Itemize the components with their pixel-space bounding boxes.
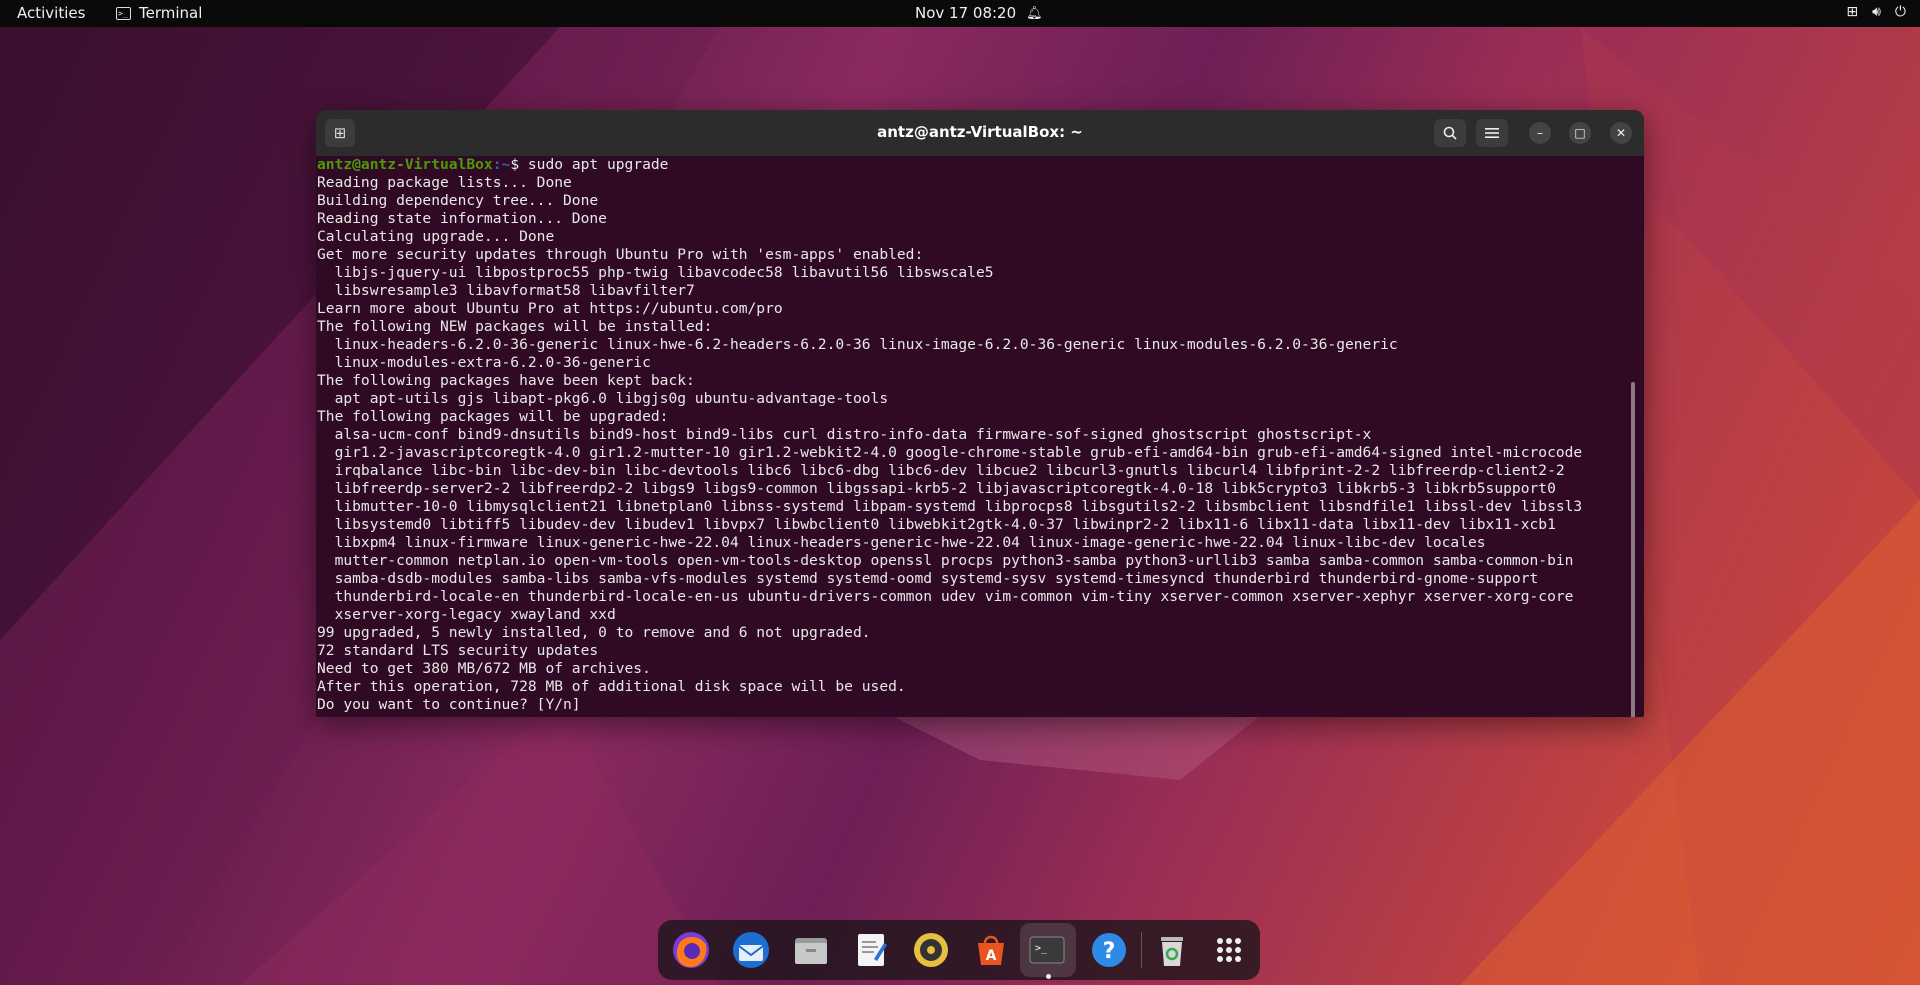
output-line: mutter-common netplan.io open-vm-tools o… xyxy=(317,552,1574,569)
prompt-user: antz@antz-VirtualBox xyxy=(317,156,493,173)
network-icon: ⊞ xyxy=(1846,4,1859,20)
dock-app-center[interactable]: A xyxy=(970,929,1012,971)
clock-button[interactable]: Nov 17 08:20 🔔︎ xyxy=(915,4,1043,22)
notification-bell-icon: 🔔︎ xyxy=(1026,5,1043,21)
output-line: linux-modules-extra-6.2.0-36-generic xyxy=(317,354,651,371)
rhythmbox-icon xyxy=(914,933,948,967)
output-line: Need to get 380 MB/672 MB of archives. xyxy=(317,660,651,677)
dock-terminal[interactable]: >_ xyxy=(1026,929,1068,971)
terminal-output[interactable]: antz@antz-VirtualBox:~$ sudo apt upgrade… xyxy=(316,156,1638,717)
output-line: Building dependency tree... Done xyxy=(317,192,599,209)
search-icon xyxy=(1443,126,1457,140)
dock: A >_ ? xyxy=(658,920,1260,980)
output-line: xserver-xorg-legacy xwayland xxd xyxy=(317,606,616,623)
app-name-label: Terminal xyxy=(139,4,203,22)
dock-thunderbird[interactable] xyxy=(730,929,772,971)
minimize-icon: – xyxy=(1537,126,1543,140)
dock-show-apps[interactable] xyxy=(1208,929,1250,971)
output-line: samba-dsdb-modules samba-libs samba-vfs-… xyxy=(317,570,1539,587)
output-line: libxpm4 linux-firmware linux-generic-hwe… xyxy=(317,534,1486,551)
maximize-icon: □ xyxy=(1574,126,1586,140)
dock-help[interactable]: ? xyxy=(1088,929,1130,971)
output-line: Learn more about Ubuntu Pro at https://u… xyxy=(317,300,783,317)
trash-icon xyxy=(1161,937,1183,966)
output-line: Get more security updates through Ubuntu… xyxy=(317,246,924,263)
prompt-symbol: $ xyxy=(510,156,528,173)
svg-text:>_: >_ xyxy=(1035,943,1048,954)
output-line: libmutter-10-0 libmysqlclient21 libnetpl… xyxy=(317,498,1583,515)
close-button[interactable]: ✕ xyxy=(1610,122,1632,144)
svg-text:?: ? xyxy=(1103,939,1116,964)
window-titlebar[interactable]: ⊞ antz@antz-VirtualBox: ~ – □ ✕ xyxy=(316,110,1644,156)
search-button[interactable] xyxy=(1434,119,1466,147)
dock-firefox[interactable] xyxy=(670,929,712,971)
power-icon: ⏻ xyxy=(1894,4,1906,20)
scrollbar-thumb[interactable] xyxy=(1631,382,1635,717)
output-line: irqbalance libc-bin libc-dev-bin libc-de… xyxy=(317,462,1565,479)
output-line: libjs-jquery-ui libpostproc55 php-twig l… xyxy=(317,264,994,281)
command-text: sudo apt upgrade xyxy=(527,156,669,173)
top-bar: Activities >_ Terminal Nov 17 08:20 🔔︎ ⊞… xyxy=(0,0,1920,27)
output-line: libfreerdp-server2-2 libfreerdp2-2 libgs… xyxy=(317,480,1556,497)
dock-trash[interactable] xyxy=(1151,929,1193,971)
system-tray[interactable]: ⊞ 🔊︎ ⏻ xyxy=(1846,4,1906,20)
hamburger-icon xyxy=(1485,128,1499,138)
hamburger-menu-button[interactable] xyxy=(1476,119,1508,147)
volume-icon: 🔊︎ xyxy=(1872,4,1881,20)
output-line: The following NEW packages will be insta… xyxy=(317,318,713,335)
output-line: Calculating upgrade... Done xyxy=(317,228,555,245)
output-line: apt apt-utils gjs libapt-pkg6.0 libgjs0g… xyxy=(317,390,889,407)
close-icon: ✕ xyxy=(1615,126,1627,140)
app-center-icon: A xyxy=(978,935,1004,965)
output-line: 99 upgraded, 5 newly installed, 0 to rem… xyxy=(317,624,871,641)
dock-separator xyxy=(1141,932,1142,968)
prompt-line: antz@antz-VirtualBox:~$ sudo apt upgrade xyxy=(317,156,1638,174)
files-icon xyxy=(795,938,827,964)
minimize-button[interactable]: – xyxy=(1529,122,1551,144)
output-line: alsa-ucm-conf bind9-dnsutils bind9-host … xyxy=(317,426,1372,443)
output-line: libswresample3 libavformat58 libavfilter… xyxy=(317,282,695,299)
output-line: 72 standard LTS security updates xyxy=(317,642,599,659)
clock-label: Nov 17 08:20 xyxy=(915,4,1017,22)
app-grid-icon xyxy=(1217,938,1241,962)
output-lines: Reading package lists... Done Building de… xyxy=(317,174,1638,714)
svg-text:A: A xyxy=(986,948,997,964)
output-line: Do you want to continue? [Y/n] xyxy=(317,696,590,713)
output-line: After this operation, 728 MB of addition… xyxy=(317,678,906,695)
activities-button[interactable]: Activities xyxy=(17,4,85,22)
maximize-button[interactable]: □ xyxy=(1569,122,1591,144)
firefox-icon xyxy=(673,932,709,968)
thunderbird-icon xyxy=(733,932,769,968)
output-line: Reading state information... Done xyxy=(317,210,607,227)
output-line: thunderbird-locale-en thunderbird-locale… xyxy=(317,588,1574,605)
terminal-icon: >_ xyxy=(116,6,131,20)
prompt-path: :~ xyxy=(492,156,511,173)
dock-text-editor[interactable] xyxy=(850,929,892,971)
terminal-window: ⊞ antz@antz-VirtualBox: ~ – □ ✕ antz@ant… xyxy=(316,110,1644,717)
output-line: The following packages have been kept ba… xyxy=(317,372,695,389)
terminal-icon: >_ xyxy=(1029,936,1065,964)
output-line: linux-headers-6.2.0-36-generic linux-hwe… xyxy=(317,336,1398,353)
output-line: Reading package lists... Done xyxy=(317,174,572,191)
help-icon: ? xyxy=(1092,933,1126,967)
app-menu-button[interactable]: >_ Terminal xyxy=(116,4,202,22)
output-line: The following packages will be upgraded: xyxy=(317,408,669,425)
output-line: libsystemd0 libtiff5 libudev-dev libudev… xyxy=(317,516,1556,533)
running-indicator xyxy=(1046,974,1051,979)
output-line: gir1.2-javascriptcoregtk-4.0 gir1.2-mutt… xyxy=(317,444,1583,461)
dock-rhythmbox[interactable] xyxy=(910,929,952,971)
dock-files[interactable] xyxy=(790,929,832,971)
text-editor-icon xyxy=(858,934,887,966)
